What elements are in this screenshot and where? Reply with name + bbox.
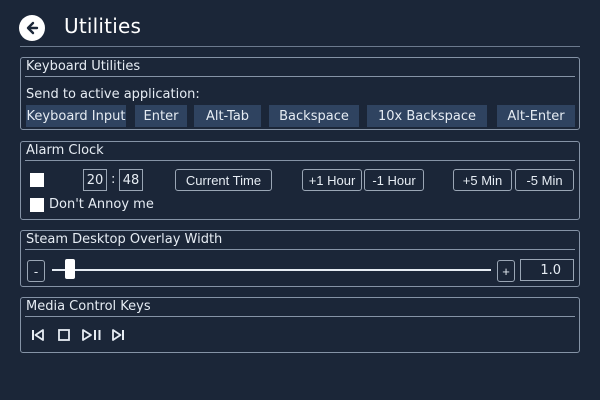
page-title: Utilities [64,14,142,38]
stop-icon[interactable] [55,326,73,344]
plus-one-hour-button[interactable]: +1 Hour [302,169,362,191]
dont-annoy-label: Don't Annoy me [49,197,154,212]
overlay-width-slider-thumb[interactable] [64,259,75,279]
next-track-icon[interactable] [109,326,127,344]
send-to-app-label: Send to active application: [26,87,200,102]
time-separator: : [111,172,116,187]
keyboard-input-button[interactable]: Keyboard Input [26,105,126,127]
minus-five-min-button[interactable]: -5 Min [515,169,574,191]
media-controls-group: Media Control Keys [20,297,580,353]
enter-button[interactable]: Enter [135,105,187,127]
ten-backspace-button[interactable]: 10x Backspace [367,105,487,127]
plus-five-min-button[interactable]: +5 Min [453,169,512,191]
alarm-hour-input[interactable]: 20 [83,169,107,191]
group-divider [25,249,575,250]
group-divider [25,76,575,77]
header: Utilities [0,0,600,48]
alarm-clock-group: Alarm Clock 20 : 48 Current Time +1 Hour… [20,141,580,220]
dont-annoy-checkbox[interactable] [30,198,44,212]
overlay-width-group: Steam Desktop Overlay Width - + 1.0 [20,230,580,287]
header-divider [20,46,580,47]
overlay-width-value[interactable]: 1.0 [520,259,574,281]
alarm-clock-title: Alarm Clock [26,143,104,158]
media-controls-title: Media Control Keys [26,299,151,314]
back-arrow-circle-icon[interactable] [19,15,45,41]
overlay-decrease-button[interactable]: - [27,260,45,282]
backspace-button[interactable]: Backspace [269,105,359,127]
keyboard-utilities-title: Keyboard Utilities [26,59,141,74]
minus-one-hour-button[interactable]: -1 Hour [364,169,424,191]
overlay-increase-button[interactable]: + [497,260,515,282]
overlay-width-slider-track[interactable] [52,269,491,271]
keyboard-utilities-group: Keyboard Utilities Send to active applic… [20,57,580,130]
play-pause-icon[interactable] [81,326,103,344]
group-divider [25,316,575,317]
group-divider [25,160,575,161]
alt-enter-button[interactable]: Alt-Enter [497,105,575,127]
previous-track-icon[interactable] [29,326,47,344]
alarm-enable-checkbox[interactable] [30,173,44,187]
current-time-button[interactable]: Current Time [175,169,272,191]
overlay-width-title: Steam Desktop Overlay Width [26,232,223,247]
alarm-minute-input[interactable]: 48 [119,169,143,191]
alt-tab-button[interactable]: Alt-Tab [194,105,261,127]
